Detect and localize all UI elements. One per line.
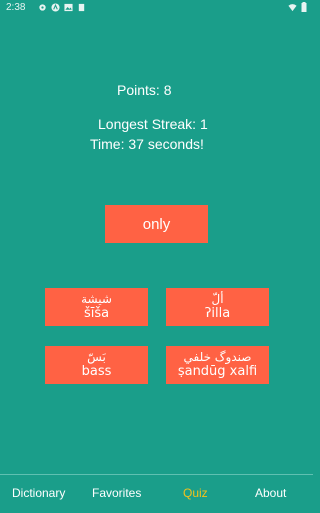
battery-icon bbox=[301, 2, 307, 12]
settings-icon bbox=[39, 4, 46, 11]
time-label: Time: 37 seconds! bbox=[90, 136, 204, 152]
image-icon bbox=[64, 3, 73, 12]
option-transliteration: bass bbox=[81, 364, 112, 379]
option-arabic: شيشة bbox=[81, 292, 112, 306]
longest-streak-label: Longest Streak: 1 bbox=[98, 116, 208, 132]
status-icons-right bbox=[288, 2, 307, 12]
option-transliteration: ʔilla bbox=[204, 306, 231, 321]
storage-icon bbox=[78, 3, 85, 12]
nav-tab-dictionary[interactable]: Dictionary bbox=[12, 486, 65, 500]
wifi-icon bbox=[288, 3, 297, 11]
nav-tab-quiz[interactable]: Quiz bbox=[183, 486, 208, 500]
answer-option-4[interactable]: صندوگ خلفي ṣandūg xalfi bbox=[166, 346, 269, 384]
bottom-navigation: Dictionary Favorites Quiz About bbox=[0, 474, 313, 513]
answer-option-2[interactable]: ألّ ʔilla bbox=[166, 288, 269, 326]
points-label: Points: 8 bbox=[117, 82, 172, 98]
option-transliteration: ṣandūg xalfi bbox=[177, 364, 258, 379]
status-bar: 2:38 bbox=[0, 0, 313, 16]
status-time: 2:38 bbox=[6, 2, 26, 13]
nav-tab-about[interactable]: About bbox=[255, 486, 286, 500]
status-icons-left bbox=[38, 3, 86, 12]
app-icon bbox=[51, 3, 60, 12]
quiz-word-button[interactable]: only bbox=[105, 205, 208, 243]
option-transliteration: šīša bbox=[83, 306, 110, 321]
answer-option-1[interactable]: شيشة šīša bbox=[45, 288, 148, 326]
option-arabic: بَسّ bbox=[87, 350, 106, 364]
option-arabic: ألّ bbox=[211, 292, 224, 306]
nav-tab-favorites[interactable]: Favorites bbox=[92, 486, 141, 500]
option-arabic: صندوگ خلفي bbox=[183, 350, 252, 364]
answer-option-3[interactable]: بَسّ bass bbox=[45, 346, 148, 384]
